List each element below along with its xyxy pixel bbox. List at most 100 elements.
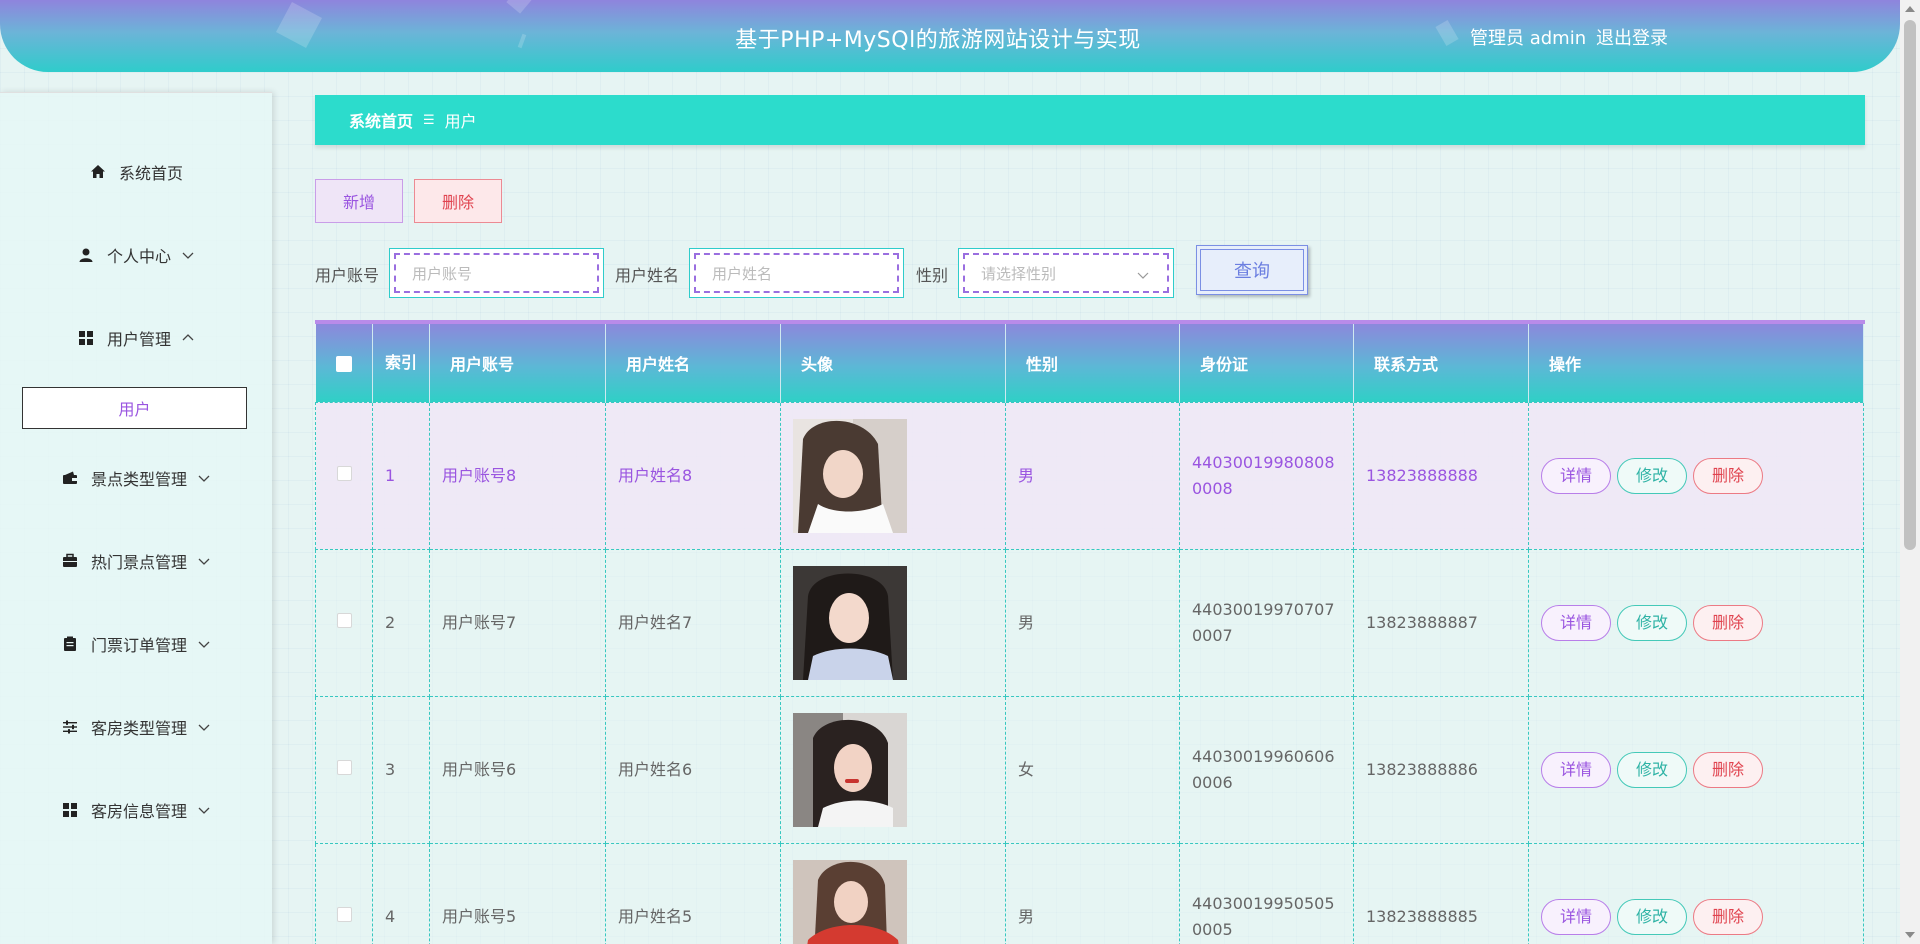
account-search-placeholder: 用户账号	[412, 264, 473, 283]
edit-button[interactable]: 修改	[1617, 751, 1687, 788]
chevron-down-icon	[197, 720, 211, 734]
batch-delete-button[interactable]: 删除	[414, 179, 502, 223]
sidebar-item-label: 热门景点管理	[90, 553, 187, 572]
cell-idcard: 440300199505050005	[1179, 842, 1354, 944]
scrollbar-thumb[interactable]	[1904, 20, 1916, 550]
avatar-image	[793, 565, 907, 680]
chevron-down-icon	[1137, 267, 1149, 279]
sidebar-item-room-info[interactable]: 客房信息管理	[0, 790, 272, 830]
cell-index: 2	[372, 548, 430, 697]
name-search-input[interactable]: 用户姓名	[689, 248, 904, 298]
chevron-up-icon	[181, 331, 195, 345]
cell-phone: 13823888887	[1353, 548, 1529, 697]
column-header-phone: 联系方式	[1353, 324, 1529, 402]
cell-avatar	[780, 695, 1006, 844]
cell-gender: 男	[1005, 401, 1180, 550]
cell-ops: 详情 修改 删除	[1528, 842, 1864, 944]
sidebar-subitem-user[interactable]: 用户	[22, 387, 247, 429]
cell-name: 用户姓名5	[605, 842, 781, 944]
name-search-placeholder: 用户姓名	[712, 264, 773, 283]
detail-button[interactable]: 详情	[1541, 457, 1611, 494]
header-decoration	[506, 0, 532, 14]
row-checkbox[interactable]	[336, 759, 352, 775]
cell-phone: 13823888885	[1353, 842, 1529, 944]
table-row: 4 用户账号5 用户姓名5 男 440300199505050005 13823…	[315, 842, 1864, 944]
delete-button[interactable]: 删除	[1693, 457, 1763, 494]
sidebar-item-room-type[interactable]: 客房类型管理	[0, 707, 272, 747]
clipboard-icon	[61, 635, 79, 653]
cell-idcard: 440300199808080008	[1179, 401, 1354, 550]
detail-button[interactable]: 详情	[1541, 898, 1611, 935]
row-checkbox[interactable]	[336, 465, 352, 481]
column-header-name: 用户姓名	[605, 324, 781, 402]
edit-button[interactable]: 修改	[1617, 457, 1687, 494]
chevron-down-icon	[197, 554, 211, 568]
delete-button[interactable]: 删除	[1693, 604, 1763, 641]
idcard-text: 440300199505050005	[1192, 893, 1335, 939]
cell-ops: 详情 修改 删除	[1528, 401, 1864, 550]
column-header-avatar: 头像	[780, 324, 1006, 402]
cell-gender: 女	[1005, 695, 1180, 844]
sidebar-item-scenic-type[interactable]: 景点类型管理	[0, 458, 272, 498]
sidebar-item-personal-center[interactable]: 个人中心	[0, 235, 272, 275]
briefcase-icon	[61, 552, 79, 570]
column-header-gender: 性别	[1005, 324, 1180, 402]
sidebar-item-user-management[interactable]: 用户管理	[0, 318, 272, 358]
edit-button[interactable]: 修改	[1617, 898, 1687, 935]
account-search-label: 用户账号	[315, 266, 380, 285]
cell-index: 4	[372, 842, 430, 944]
cell-ops: 详情 修改 删除	[1528, 548, 1864, 697]
sidebar-item-home[interactable]: 系统首页	[0, 152, 272, 192]
cell-account: 用户账号7	[429, 548, 606, 697]
row-checkbox[interactable]	[336, 906, 352, 922]
idcard-text: 440300199808080008	[1192, 452, 1335, 498]
row-checkbox[interactable]	[336, 612, 352, 628]
account-search-input[interactable]: 用户账号	[389, 248, 604, 298]
table-row: 2 用户账号7 用户姓名7 男 440300199707070007 13823…	[315, 548, 1864, 697]
query-button[interactable]: 查询	[1196, 245, 1308, 295]
breadcrumb-separator: ☰	[423, 112, 435, 128]
sidebar-item-label: 门票订单管理	[90, 636, 187, 655]
gender-select-placeholder: 请选择性别	[981, 264, 1057, 283]
chevron-down-icon	[197, 803, 211, 817]
column-header-idcard: 身份证	[1179, 324, 1354, 402]
detail-button[interactable]: 详情	[1541, 751, 1611, 788]
breadcrumb-home[interactable]: 系统首页	[349, 108, 413, 132]
sidebar-item-hot-scenic[interactable]: 热门景点管理	[0, 541, 272, 581]
sidebar-item-label: 个人中心	[106, 247, 171, 266]
cell-avatar	[780, 401, 1006, 550]
idcard-text: 440300199606060006	[1192, 746, 1335, 792]
cell-gender: 男	[1005, 548, 1180, 697]
cell-index: 3	[372, 695, 430, 844]
add-button[interactable]: 新增	[315, 179, 403, 223]
idcard-text: 440300199707070007	[1192, 599, 1335, 645]
home-icon	[89, 163, 107, 181]
logout-link[interactable]: 退出登录	[1596, 24, 1668, 50]
edit-button[interactable]: 修改	[1617, 604, 1687, 641]
admin-label: 管理员 admin	[1470, 28, 1587, 49]
delete-button[interactable]: 删除	[1693, 898, 1763, 935]
select-all-checkbox[interactable]	[315, 324, 373, 402]
cell-avatar	[780, 548, 1006, 697]
delete-button[interactable]: 删除	[1693, 751, 1763, 788]
sidebar-item-label: 客房类型管理	[90, 719, 187, 738]
column-header-account: 用户账号	[429, 324, 606, 402]
cell-idcard: 440300199707070007	[1179, 548, 1354, 697]
grid-icon	[61, 801, 79, 819]
column-header-ops: 操作	[1528, 324, 1864, 402]
name-search-label: 用户姓名	[615, 266, 680, 285]
sidebar-item-label: 系统首页	[118, 164, 183, 183]
user-icon	[77, 246, 95, 264]
page-scrollbar[interactable]	[1900, 0, 1920, 944]
detail-button[interactable]: 详情	[1541, 604, 1611, 641]
table-row: 3 用户账号6 用户姓名6 女 440300199606060006 13823…	[315, 695, 1864, 844]
gender-select[interactable]: 请选择性别	[958, 248, 1174, 298]
sidebar-item-ticket-orders[interactable]: 门票订单管理	[0, 624, 272, 664]
table-header-row: 索引 用户账号 用户姓名 头像 性别 身份证 联系方式 操作	[315, 324, 1864, 402]
top-header: 基于PHP+MySQl的旅游网站设计与实现 管理员 admin 退出登录	[0, 0, 1900, 72]
scroll-down-icon[interactable]	[1905, 932, 1915, 938]
avatar-image	[793, 418, 907, 533]
cell-phone: 13823888888	[1353, 401, 1529, 550]
sidebar-item-label: 景点类型管理	[90, 470, 187, 489]
scroll-up-icon[interactable]	[1905, 6, 1915, 12]
